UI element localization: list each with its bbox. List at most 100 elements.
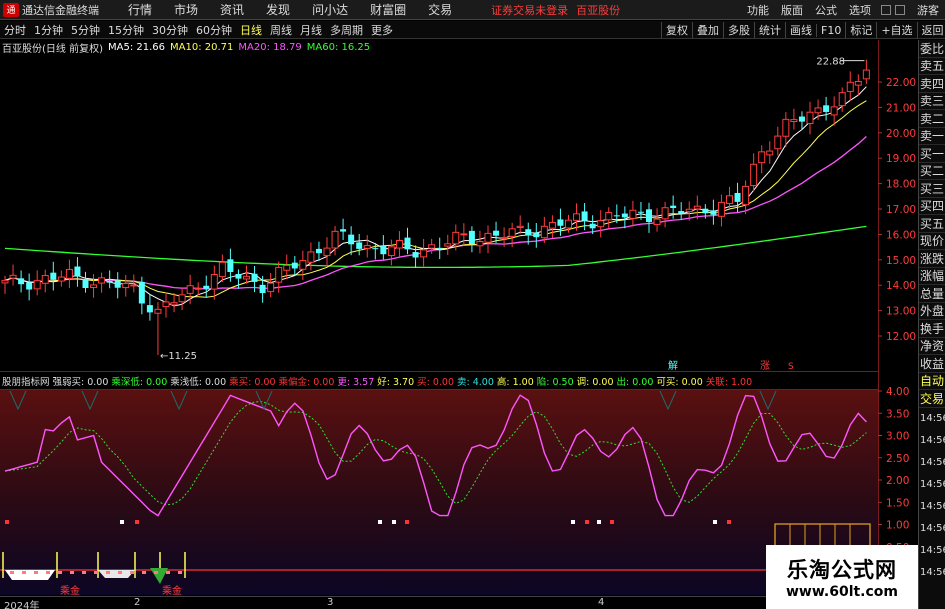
candle-body	[9, 274, 17, 279]
side-panel-item[interactable]: 收益	[919, 355, 945, 373]
candle-body	[130, 284, 138, 287]
candle-body	[235, 274, 242, 279]
tick-time: 14:56	[920, 523, 945, 534]
candle-body	[356, 242, 363, 249]
side-panel-item[interactable]: 买四	[919, 198, 945, 215]
candle-body	[790, 119, 798, 123]
candle-body	[806, 111, 814, 125]
side-panel-item[interactable]: 换手	[919, 320, 945, 338]
candle-body	[717, 201, 725, 217]
candle-body	[243, 275, 250, 280]
candle-body	[565, 219, 572, 229]
candle-body	[18, 278, 25, 285]
candle-body	[814, 107, 822, 114]
candle-body	[186, 285, 194, 294]
signal-dot	[405, 520, 409, 524]
side-panel-item[interactable]: 买五	[919, 215, 945, 233]
tick-time: 14:56	[920, 457, 945, 468]
candle-body	[404, 237, 411, 250]
candle-body	[299, 260, 307, 270]
zhang-marker: 涨	[760, 360, 770, 372]
band-dot	[58, 571, 62, 574]
price-tick-label: 15.00	[886, 255, 916, 267]
candle-body	[653, 218, 661, 225]
candle-body	[476, 241, 484, 247]
ma60-label: MA60: 16.25	[306, 42, 371, 53]
side-panel-item[interactable]: 买一	[919, 145, 945, 163]
candle-body	[106, 280, 113, 283]
indicator-value: 出: 0.00	[616, 376, 654, 388]
band-dot	[82, 571, 86, 574]
quote-side-panel: 委比 卖五 卖四 卖三 卖二 卖一 买一 买二 买三 买四 买五 现价 涨跌 涨幅 总量 外盘 换手 净资 收益 自动…	[918, 40, 945, 609]
side-panel-trade-item[interactable]: 自动	[919, 373, 945, 390]
tick-time: 14:56	[920, 567, 945, 578]
candle-body	[525, 229, 532, 236]
candle-body	[90, 284, 98, 288]
side-panel-item[interactable]: 卖三	[919, 93, 945, 110]
side-panel-item[interactable]: 委比	[919, 40, 945, 58]
candle-body	[380, 245, 387, 255]
candle-body	[307, 251, 315, 263]
tool-back[interactable]: 返回	[916, 22, 945, 38]
chart-title: 百亚股份(日线 前复权)	[2, 44, 103, 55]
candle-body	[782, 118, 790, 137]
candle-body	[50, 272, 57, 280]
sub-tick-label: 1.00	[886, 520, 909, 532]
side-panel-item[interactable]: 卖一	[919, 128, 945, 145]
candle-body	[573, 213, 581, 221]
indicator-value: 乘买: 0.00	[229, 376, 276, 388]
candle-body	[1, 279, 9, 284]
candle-body	[412, 252, 419, 258]
candle-body	[26, 282, 33, 290]
candle-body	[758, 151, 766, 164]
candle-body	[629, 209, 637, 219]
main-chart-header: 百亚股份(日线 前复权) MA5: 21.66 MA10: 20.71 MA20…	[2, 41, 375, 55]
side-panel-item[interactable]: 买二	[919, 163, 945, 180]
side-panel-item[interactable]: 买三	[919, 180, 945, 198]
indicator-value: 强弱买: 0.00	[52, 376, 109, 388]
candle-body	[428, 244, 436, 249]
candle-body	[823, 105, 830, 112]
candle-body	[678, 211, 685, 214]
side-panel-item[interactable]: 涨跌	[919, 250, 945, 268]
signal-dot	[713, 520, 717, 524]
side-panel-trade-item[interactable]: 交易	[919, 390, 945, 408]
candle-body	[331, 230, 339, 249]
tick-time: 14:56	[920, 413, 945, 424]
candle-body	[685, 208, 693, 213]
side-panel-item[interactable]: 卖二	[919, 110, 945, 128]
candle-body	[581, 211, 588, 221]
price-tick-label: 17.00	[886, 204, 916, 216]
high-price-label: 22.88	[816, 57, 845, 68]
sub-tick-label: 4.00	[886, 386, 909, 398]
candle-body	[661, 207, 669, 220]
price-tick-label: 13.00	[886, 306, 916, 318]
side-panel-item[interactable]: 卖四	[919, 75, 945, 93]
candle-body	[854, 80, 862, 86]
date-label: 4	[598, 597, 605, 608]
sub-tick-label: 1.50	[886, 497, 909, 509]
candle-body	[710, 210, 717, 215]
candle-body	[702, 208, 709, 214]
indicator-value: 更: 3.57	[337, 376, 375, 388]
side-panel-item[interactable]: 总量	[919, 285, 945, 303]
side-panel-item[interactable]: 现价	[919, 233, 945, 250]
candle-body	[597, 220, 605, 228]
candle-body	[283, 264, 291, 271]
chart-canvas[interactable]: 22.88←11.25解涨 S 乘金 乘金 22.0021.0020.0019.00…	[0, 0, 918, 609]
candle-body	[340, 229, 347, 232]
indicator-header: 股朋指标网 强弱买: 0.00 乘深低: 0.00 乘浅低: 0.00 乘买: 0.0…	[2, 374, 755, 388]
side-panel-item[interactable]: 涨幅	[919, 268, 945, 285]
candle-body	[65, 268, 73, 279]
candle-body	[734, 192, 741, 202]
candle-body	[452, 231, 460, 245]
side-panel-item[interactable]: 净资	[919, 338, 945, 355]
candle-body	[203, 285, 210, 289]
side-panel-item[interactable]: 卖五	[919, 58, 945, 75]
indicator-name[interactable]: 股朋指标网	[2, 374, 50, 388]
candle-body	[218, 261, 226, 278]
candle-body	[98, 277, 106, 284]
side-panel-item[interactable]: 外盘	[919, 303, 945, 320]
band-dot	[154, 571, 158, 574]
candle-body	[646, 209, 652, 222]
